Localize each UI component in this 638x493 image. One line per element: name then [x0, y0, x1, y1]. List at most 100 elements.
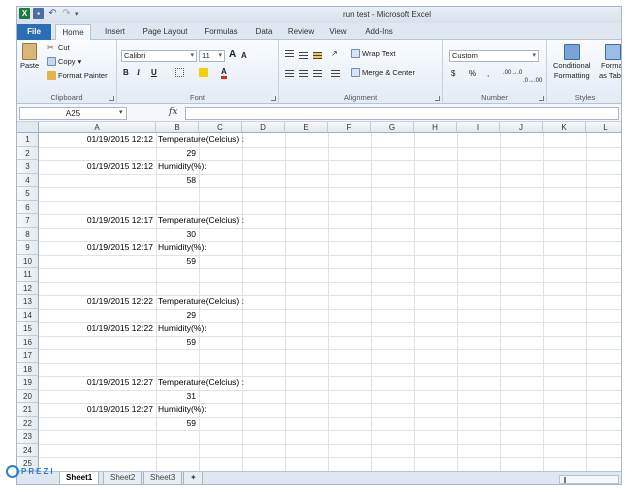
underline-button[interactable]: U — [151, 68, 157, 77]
fill-color-button[interactable] — [199, 68, 208, 77]
sheet-tab-sheet2[interactable]: Sheet2 — [103, 472, 143, 484]
insert-function-icon[interactable]: fx — [169, 107, 177, 117]
tab-file[interactable]: File — [17, 24, 51, 40]
font-size-combo[interactable]: 11 — [199, 50, 225, 62]
align-left-icon[interactable] — [285, 70, 294, 77]
row-header-5[interactable]: 5 — [17, 187, 39, 201]
column-header-k[interactable]: K — [543, 122, 586, 133]
font-name-combo[interactable]: Calibri — [121, 50, 197, 62]
row-header-19[interactable]: 19 — [17, 376, 39, 390]
font-launcher-icon[interactable] — [271, 96, 276, 101]
align-center-icon[interactable] — [299, 70, 308, 77]
conditional-formatting-button[interactable]: Conditional Formatting — [553, 44, 591, 80]
cut-button[interactable]: ✂ Cut — [47, 43, 70, 52]
cell-a15[interactable]: 01/19/2015 12:22 — [39, 322, 153, 336]
increase-decimal-button[interactable]: .00→.0 — [503, 70, 522, 76]
tab-add-ins[interactable]: Add-Ins — [359, 24, 399, 40]
cell-a7[interactable]: 01/19/2015 12:17 — [39, 214, 153, 228]
cell-b14[interactable]: 29 — [156, 309, 196, 323]
alignment-launcher-icon[interactable] — [435, 96, 440, 101]
grow-font-button[interactable]: A — [229, 49, 236, 60]
select-all-corner[interactable] — [17, 122, 39, 133]
copy-dropdown-arrow[interactable]: ▾ — [78, 57, 82, 66]
row-header-22[interactable]: 22 — [17, 416, 39, 430]
comma-button[interactable]: , — [487, 69, 489, 78]
cell-b15[interactable]: Humidity(%): — [158, 322, 207, 336]
align-middle-icon[interactable] — [299, 52, 308, 59]
paste-button[interactable]: Paste — [20, 43, 39, 70]
cell-b21[interactable]: Humidity(%): — [158, 403, 207, 417]
row-header-7[interactable]: 7 — [17, 214, 39, 228]
tab-view[interactable]: View — [323, 24, 353, 40]
cell-b13[interactable]: Temperature(Celcius) : — [158, 295, 244, 309]
decrease-decimal-button[interactable]: .0→.00 — [523, 78, 542, 84]
column-header-h[interactable]: H — [414, 122, 457, 133]
tab-page-layout[interactable]: Page Layout — [137, 24, 193, 40]
row-header-20[interactable]: 20 — [17, 389, 39, 403]
cell-b1[interactable]: Temperature(Celcius) : — [158, 133, 244, 147]
tab-review[interactable]: Review — [283, 24, 319, 40]
clipboard-launcher-icon[interactable] — [109, 96, 114, 101]
row-header-11[interactable]: 11 — [17, 268, 39, 282]
horizontal-scrollbar[interactable] — [559, 475, 619, 484]
row-header-13[interactable]: 13 — [17, 295, 39, 309]
row-header-4[interactable]: 4 — [17, 173, 39, 187]
cell-b2[interactable]: 29 — [156, 147, 196, 161]
orientation-button[interactable]: ↗ — [331, 49, 338, 58]
cell-a13[interactable]: 01/19/2015 12:22 — [39, 295, 153, 309]
sheet-tab-sheet3[interactable]: Sheet3 — [143, 472, 183, 484]
number-format-combo[interactable]: Custom — [449, 50, 539, 62]
tab-data[interactable]: Data — [249, 24, 279, 40]
cell-a21[interactable]: 01/19/2015 12:27 — [39, 403, 153, 417]
italic-button[interactable]: I — [137, 68, 140, 77]
merge-center-button[interactable]: Merge & Center — [351, 68, 415, 77]
wrap-text-button[interactable]: Wrap Text — [351, 49, 396, 58]
row-header-21[interactable]: 21 — [17, 403, 39, 417]
font-color-button[interactable]: A — [221, 67, 227, 79]
cell-b20[interactable]: 31 — [156, 390, 196, 404]
row-header-18[interactable]: 18 — [17, 362, 39, 376]
row-header-2[interactable]: 2 — [17, 146, 39, 160]
format-as-table-button[interactable]: Format as Table — [599, 44, 621, 80]
copy-button[interactable]: Copy ▾ — [47, 57, 81, 66]
format-painter-button[interactable]: Format Painter — [47, 71, 108, 80]
row-header-14[interactable]: 14 — [17, 308, 39, 322]
column-header-e[interactable]: E — [285, 122, 328, 133]
row-header-9[interactable]: 9 — [17, 241, 39, 255]
percent-button[interactable]: % — [469, 69, 476, 78]
bold-button[interactable]: B — [123, 68, 129, 77]
borders-button[interactable] — [175, 68, 184, 77]
row-header-17[interactable]: 17 — [17, 349, 39, 363]
insert-sheet-icon[interactable]: ✦ — [183, 472, 203, 484]
row-header-10[interactable]: 10 — [17, 254, 39, 268]
tab-insert[interactable]: Insert — [97, 24, 133, 40]
cell-b7[interactable]: Temperature(Celcius) : — [158, 214, 244, 228]
column-header-i[interactable]: I — [457, 122, 500, 133]
cell-b22[interactable]: 59 — [156, 417, 196, 431]
column-header-f[interactable]: F — [328, 122, 371, 133]
row-header-8[interactable]: 8 — [17, 227, 39, 241]
row-header-23[interactable]: 23 — [17, 430, 39, 444]
cell-b10[interactable]: 59 — [156, 255, 196, 269]
row-header-16[interactable]: 16 — [17, 335, 39, 349]
row-header-6[interactable]: 6 — [17, 200, 39, 214]
cell-a19[interactable]: 01/19/2015 12:27 — [39, 376, 153, 390]
row-header-12[interactable]: 12 — [17, 281, 39, 295]
tab-formulas[interactable]: Formulas — [199, 24, 243, 40]
column-header-d[interactable]: D — [242, 122, 285, 133]
align-right-icon[interactable] — [313, 70, 322, 77]
worksheet-grid[interactable]: A B C D E F G H I J K L 1 2 3 4 5 6 7 8 9 10 11 12 13 14 15 16 17 18 1… — [17, 122, 621, 471]
row-header-24[interactable]: 24 — [17, 443, 39, 457]
tab-home[interactable]: Home — [55, 24, 91, 41]
column-header-b[interactable]: B — [156, 122, 199, 133]
column-header-l[interactable]: L — [586, 122, 621, 133]
formula-input[interactable] — [185, 107, 619, 120]
cell-b9[interactable]: Humidity(%): — [158, 241, 207, 255]
name-box-dropdown-icon[interactable]: ▾ — [119, 108, 123, 116]
column-header-a[interactable]: A — [39, 122, 156, 133]
number-launcher-icon[interactable] — [539, 96, 544, 101]
cell-a9[interactable]: 01/19/2015 12:17 — [39, 241, 153, 255]
cell-a1[interactable]: 01/19/2015 12:12 — [39, 133, 153, 147]
align-top-icon[interactable] — [285, 50, 294, 57]
align-bottom-icon[interactable] — [313, 52, 322, 59]
